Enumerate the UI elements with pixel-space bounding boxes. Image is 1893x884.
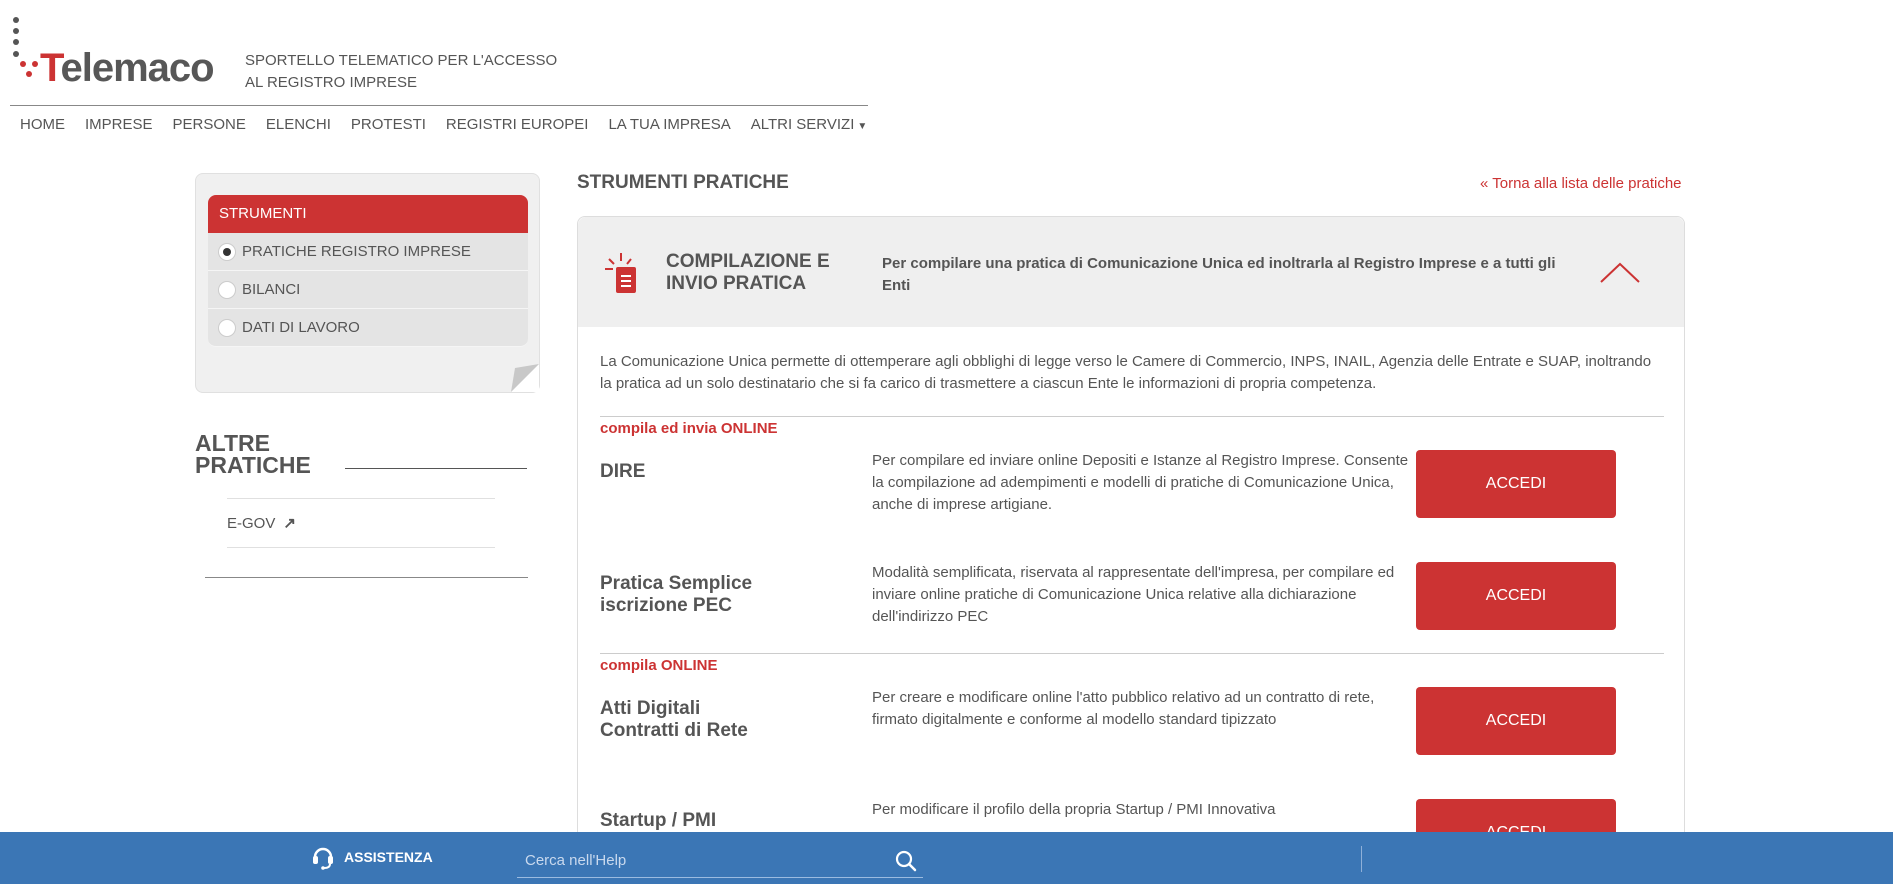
strumenti-box: STRUMENTI PRATICHE REGISTRO IMPRESE BILA… — [195, 173, 540, 393]
service-desc-pratica-semplice: Modalità semplificata, riservata al rapp… — [872, 564, 1395, 625]
radio-unchecked-icon[interactable] — [218, 318, 236, 337]
accedi-atti-digitali-button[interactable]: ACCEDI — [1416, 687, 1616, 755]
external-link-icon: ↗ — [283, 515, 296, 532]
nav-home[interactable]: HOME — [20, 116, 65, 140]
logo-wordmark: Telemaco — [40, 46, 215, 90]
compilazione-panel: COMPILAZIONE E INVIO PRATICA Per compila… — [577, 216, 1685, 884]
section-divider — [600, 653, 1664, 654]
option-pratiche-registro-imprese[interactable]: PRATICHE REGISTRO IMPRESE — [208, 233, 528, 271]
altre-title-line-2: PRATICHE — [195, 452, 311, 478]
service-name-line-2: iscrizione PEC — [600, 595, 732, 616]
footer-bar: ASSISTENZA — [0, 832, 1893, 884]
altre-pratiche-title: ALTRE PRATICHE — [195, 430, 311, 478]
nav-la-tua-impresa[interactable]: LA TUA IMPRESA — [608, 116, 730, 140]
help-search-input[interactable] — [525, 846, 885, 874]
assistenza-label: ASSISTENZA — [344, 849, 433, 865]
service-desc-atti-digitali: Per creare e modificare online l'atto pu… — [872, 689, 1375, 728]
service-name-line-1: Startup / PMI — [600, 810, 717, 831]
tagline-line-2: AL REGISTRO IMPRESE — [245, 74, 417, 91]
nav-altri-servizi[interactable]: ALTRI SERVIZI ▼ — [751, 116, 868, 140]
telemaco-logo[interactable]: Telemaco — [10, 14, 230, 90]
option-dati-di-lavoro[interactable]: DATI DI LAVORO — [208, 309, 528, 347]
service-desc-startup-pmi: Per modificare il profilo della propria … — [872, 801, 1276, 818]
altre-title-rule — [345, 468, 527, 469]
service-name-pratica-semplice: Pratica Semplice iscrizione PEC — [600, 573, 800, 617]
nav-elenchi[interactable]: ELENCHI — [266, 116, 331, 140]
strumenti-header-label: STRUMENTI — [219, 205, 307, 222]
help-search — [517, 842, 923, 878]
page-title: STRUMENTI PRATICHE — [577, 172, 789, 193]
option-label: BILANCI — [242, 281, 301, 298]
panel-intro: La Comunicazione Unica permette di ottem… — [600, 353, 1652, 392]
service-name-atti-digitali: Atti Digitali Contratti di Rete — [600, 698, 800, 742]
nav-persone[interactable]: PERSONE — [173, 116, 246, 140]
site-header: Telemaco SPORTELLO TELEMATICO PER L'ACCE… — [0, 0, 870, 106]
e-gov-label: E-GOV — [227, 514, 276, 532]
option-bilanci[interactable]: BILANCI — [208, 271, 528, 309]
nav-registri-europei[interactable]: REGISTRI EUROPEI — [446, 116, 589, 140]
option-label: DATI DI LAVORO — [242, 319, 360, 336]
panel-title: COMPILAZIONE E INVIO PRATICA — [666, 251, 846, 295]
service-name-line-1: DIRE — [600, 461, 646, 482]
service-desc-dire: Per compilare ed inviare online Depositi… — [872, 452, 1409, 513]
search-icon[interactable] — [895, 850, 917, 872]
panel-description: Per compilare una pratica di Comunicazio… — [882, 255, 1556, 294]
back-to-list-link[interactable]: « Torna alla lista delle pratiche — [1480, 175, 1682, 192]
accedi-pratica-semplice-button[interactable]: ACCEDI — [1416, 562, 1616, 630]
accedi-dire-button[interactable]: ACCEDI — [1416, 450, 1616, 518]
service-name-startup-pmi: Startup / PMI — [600, 810, 800, 832]
service-name-dire: DIRE — [600, 461, 800, 483]
radio-unchecked-icon[interactable] — [218, 280, 236, 299]
headset-icon — [313, 847, 333, 870]
panel-title-line-1: COMPILAZIONE E — [666, 251, 830, 272]
caret-down-icon: ▼ — [857, 121, 868, 132]
footer-divider — [1361, 846, 1362, 872]
sidebar-bottom-rule — [205, 577, 528, 578]
section-divider — [600, 416, 1664, 417]
nav-imprese[interactable]: IMPRESE — [85, 116, 153, 140]
service-name-line-1: Pratica Semplice — [600, 573, 753, 594]
group-label-online: compila ONLINE — [600, 657, 718, 674]
page-fold-icon — [511, 364, 539, 392]
panel-header[interactable]: COMPILAZIONE E INVIO PRATICA Per compila… — [578, 217, 1684, 327]
group-label-online-send: compila ed invia ONLINE — [600, 420, 778, 437]
panel-title-line-2: INVIO PRATICA — [666, 273, 807, 294]
link-e-gov[interactable]: E-GOV ↗ — [227, 498, 495, 548]
nav-protesti[interactable]: PROTESTI — [351, 116, 426, 140]
site-tagline: SPORTELLO TELEMATICO PER L'ACCESSO AL RE… — [245, 50, 557, 94]
strumenti-header: STRUMENTI — [208, 195, 528, 239]
chevron-up-icon[interactable] — [1598, 259, 1642, 285]
altre-title-line-1: ALTRE — [195, 430, 270, 456]
main-nav: HOME IMPRESE PERSONE ELENCHI PROTESTI RE… — [10, 116, 877, 140]
assistenza-button[interactable]: ASSISTENZA — [310, 844, 433, 870]
strumenti-options: PRATICHE REGISTRO IMPRESE BILANCI DATI D… — [208, 233, 528, 347]
document-alert-icon — [605, 253, 636, 293]
tagline-line-1: SPORTELLO TELEMATICO PER L'ACCESSO — [245, 52, 558, 69]
option-label: PRATICHE REGISTRO IMPRESE — [242, 243, 471, 260]
radio-checked-icon[interactable] — [218, 242, 236, 261]
service-name-line-1: Atti Digitali — [600, 698, 701, 719]
nav-altri-servizi-label: ALTRI SERVIZI — [750, 116, 855, 133]
service-name-line-2: Contratti di Rete — [600, 720, 748, 741]
header-divider — [10, 105, 868, 106]
